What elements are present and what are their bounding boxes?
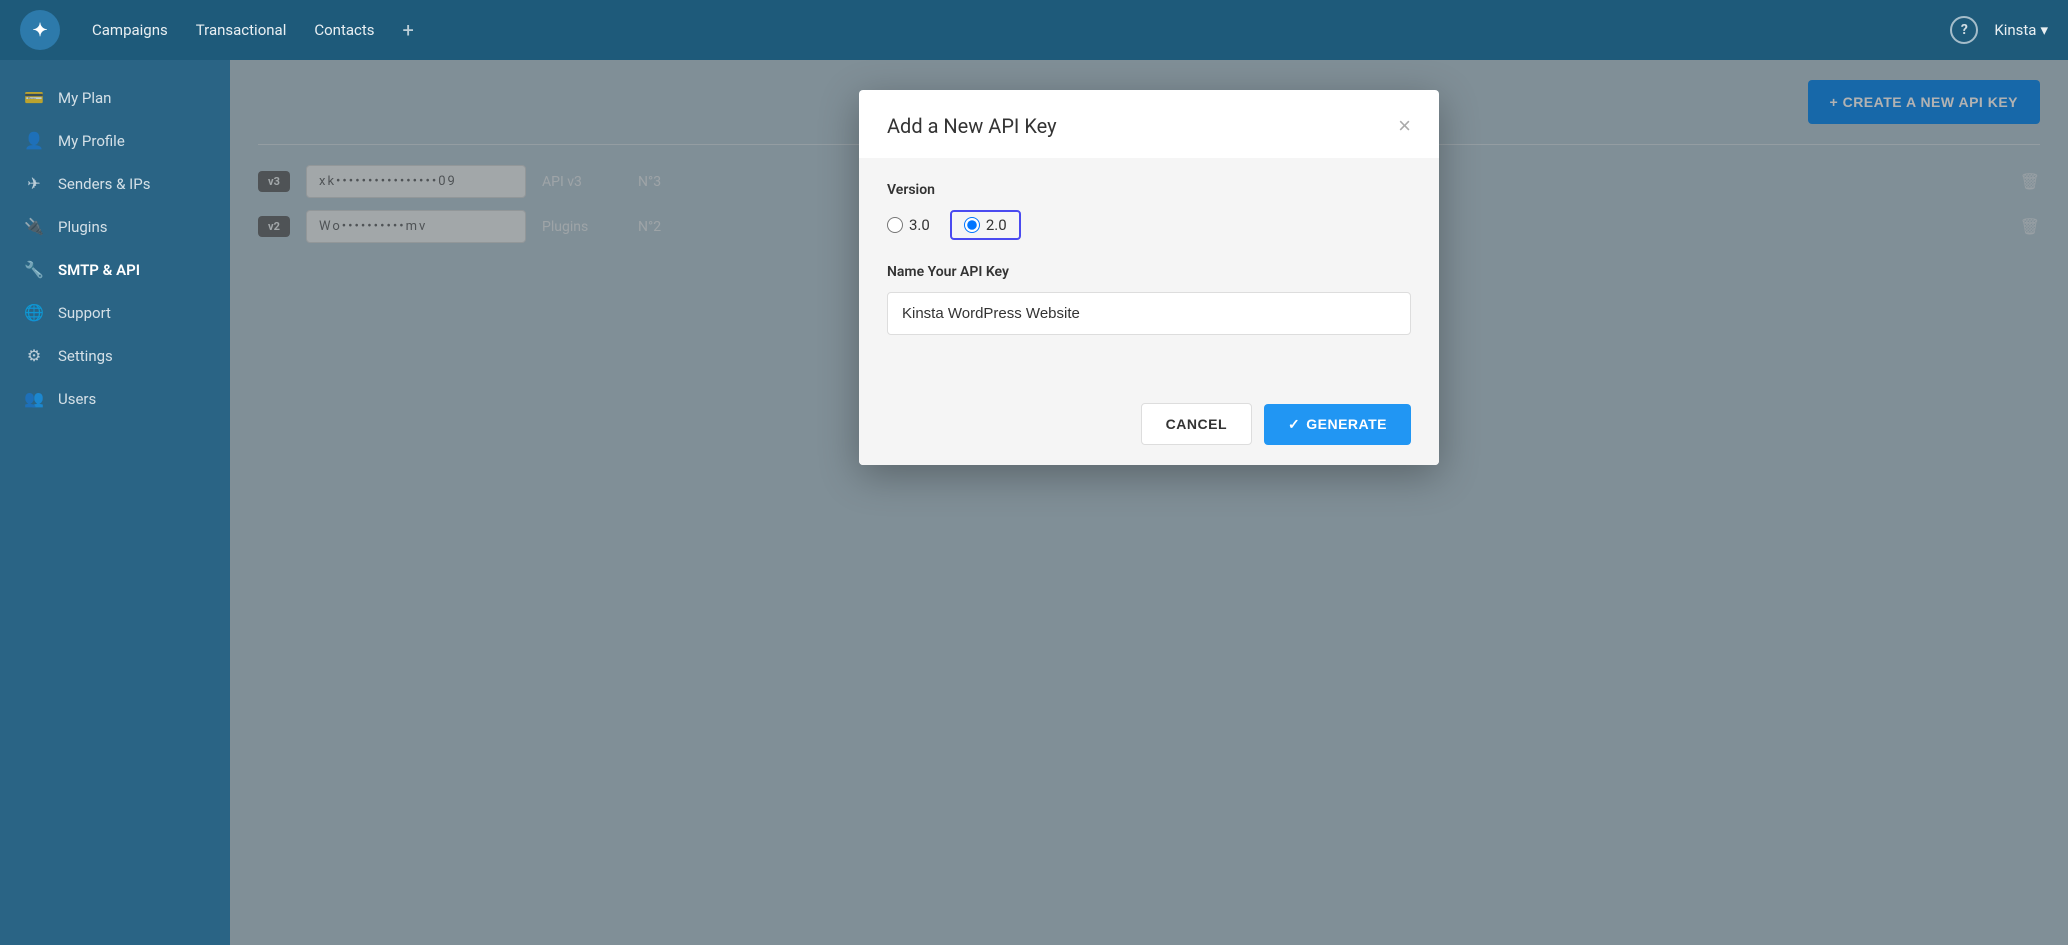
sidebar-item-plugins[interactable]: 🔌 Plugins: [0, 205, 230, 248]
add-api-key-modal: Add a New API Key × Version 3.0: [859, 90, 1439, 465]
main-layout: 💳 My Plan 👤 My Profile ✈ Senders & IPs 🔌…: [0, 60, 2068, 945]
sidebar-label-plugins: Plugins: [58, 218, 107, 236]
modal-title: Add a New API Key: [887, 114, 1057, 138]
nav-links: Campaigns Transactional Contacts +: [92, 18, 1918, 42]
nav-campaigns[interactable]: Campaigns: [92, 21, 168, 39]
sidebar-item-users[interactable]: 👥 Users: [0, 377, 230, 420]
version-field-group: Version 3.0 2.0: [887, 182, 1411, 240]
sidebar: 💳 My Plan 👤 My Profile ✈ Senders & IPs 🔌…: [0, 60, 230, 945]
version-3-option[interactable]: 3.0: [887, 216, 930, 234]
modal-overlay: Add a New API Key × Version 3.0: [230, 60, 2068, 945]
version-2-label: 2.0: [986, 216, 1007, 234]
api-key-name-label: Name Your API Key: [887, 264, 1411, 280]
nav-add-icon[interactable]: +: [403, 18, 414, 42]
version-3-label: 3.0: [909, 216, 930, 234]
version-label: Version: [887, 182, 1411, 198]
modal-footer: CANCEL ✓ GENERATE: [859, 383, 1439, 465]
user-menu[interactable]: Kinsta ▾: [1994, 21, 2048, 39]
sidebar-item-support[interactable]: 🌐 Support: [0, 291, 230, 334]
app-logo[interactable]: ✦: [20, 10, 60, 50]
sidebar-label-users: Users: [58, 390, 96, 408]
user-label: Kinsta: [1994, 21, 2036, 39]
api-key-name-group: Name Your API Key: [887, 264, 1411, 335]
send-icon: ✈: [24, 174, 44, 193]
modal-close-button[interactable]: ×: [1398, 115, 1411, 137]
nav-right: ? Kinsta ▾: [1950, 16, 2048, 44]
sidebar-label-my-profile: My Profile: [58, 132, 125, 150]
api-key-name-input[interactable]: [887, 292, 1411, 335]
sidebar-label-smtp-api: SMTP & API: [58, 261, 140, 279]
generate-button[interactable]: ✓ GENERATE: [1264, 404, 1411, 445]
modal-header: Add a New API Key ×: [859, 90, 1439, 158]
sidebar-label-support: Support: [58, 304, 111, 322]
users-icon: 👥: [24, 389, 44, 408]
sidebar-item-my-plan[interactable]: 💳 My Plan: [0, 76, 230, 119]
sidebar-item-smtp-api[interactable]: 🔧 SMTP & API: [0, 248, 230, 291]
user-icon: 👤: [24, 131, 44, 150]
top-navigation: ✦ Campaigns Transactional Contacts + ? K…: [0, 0, 2068, 60]
modal-body: Version 3.0 2.0: [859, 158, 1439, 383]
nav-contacts[interactable]: Contacts: [314, 21, 374, 39]
cancel-button[interactable]: CANCEL: [1141, 403, 1252, 445]
plugin-icon: 🔌: [24, 217, 44, 236]
wrench-icon: 🔧: [24, 260, 44, 279]
checkmark-icon: ✓: [1288, 416, 1300, 433]
nav-transactional[interactable]: Transactional: [196, 21, 287, 39]
sidebar-item-senders-ips[interactable]: ✈ Senders & IPs: [0, 162, 230, 205]
gear-icon: ⚙: [24, 346, 44, 365]
credit-card-icon: 💳: [24, 88, 44, 107]
chevron-down-icon: ▾: [2040, 21, 2048, 39]
version-2-radio[interactable]: [964, 217, 980, 233]
sidebar-label-my-plan: My Plan: [58, 89, 111, 107]
sidebar-label-senders-ips: Senders & IPs: [58, 175, 150, 193]
sidebar-item-settings[interactable]: ⚙ Settings: [0, 334, 230, 377]
version-2-option[interactable]: 2.0: [950, 210, 1021, 240]
sidebar-label-settings: Settings: [58, 347, 113, 365]
main-content: + CREATE A NEW API KEY v3 xk••••••••••••…: [230, 60, 2068, 945]
sidebar-item-my-profile[interactable]: 👤 My Profile: [0, 119, 230, 162]
version-radio-group: 3.0 2.0: [887, 210, 1411, 240]
lifebuoy-icon: 🌐: [24, 303, 44, 322]
version-3-radio[interactable]: [887, 217, 903, 233]
help-button[interactable]: ?: [1950, 16, 1978, 44]
generate-label: GENERATE: [1306, 416, 1387, 432]
